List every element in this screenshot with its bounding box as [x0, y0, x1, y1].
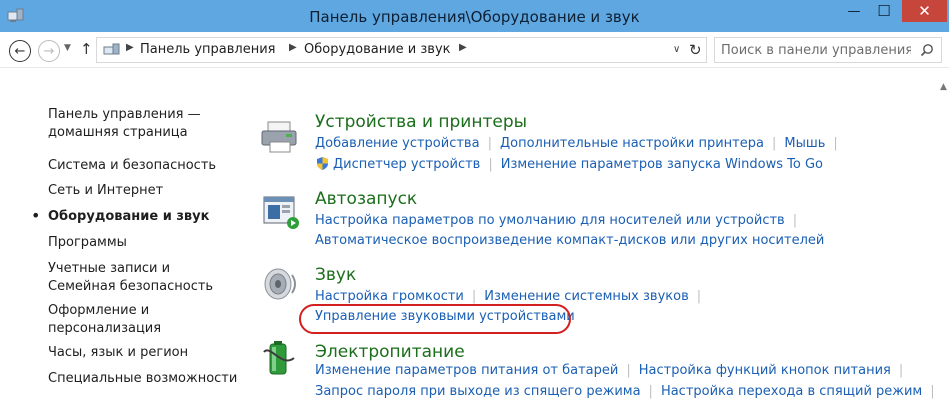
link-sleep-settings[interactable]: Настройка перехода в спящий режим: [661, 384, 922, 399]
sidebar-item-clock[interactable]: Часы, язык и регион: [48, 344, 238, 362]
link-row: Настройка параметров по умолчанию для но…: [315, 213, 805, 228]
close-button[interactable]: ✕: [902, 0, 947, 22]
back-button[interactable]: ←: [9, 40, 31, 62]
speaker-icon[interactable]: [260, 265, 300, 305]
scrollbar-up-button[interactable]: ▲: [940, 82, 947, 92]
sidebar-item-accessibility[interactable]: Специальные возможности: [48, 370, 238, 388]
chevron-down-icon: ∨: [673, 44, 681, 55]
search-icon[interactable]: [920, 43, 934, 57]
link-windows-to-go[interactable]: Изменение параметров запуска Windows To …: [501, 157, 823, 172]
forward-button[interactable]: →: [38, 40, 60, 62]
title-bar[interactable]: Панель управления\Оборудование и звук — …: [0, 0, 949, 32]
refresh-button[interactable]: ↻: [689, 41, 702, 59]
link-separator: |: [626, 363, 631, 378]
sidebar-item-appearance[interactable]: Оформление и персонализация: [48, 302, 238, 338]
sidebar: Панель управления — домашняя страница Си…: [0, 68, 250, 405]
address-history-button[interactable]: ∨: [673, 44, 680, 55]
sidebar-item-home[interactable]: Панель управления — домашняя страница: [48, 106, 238, 142]
maximize-icon: ☐: [877, 2, 891, 20]
chevron-right-icon[interactable]: ▶: [459, 42, 467, 53]
link-row: Изменение параметров питания от батарей |…: [315, 363, 911, 378]
link-separator: |: [488, 157, 493, 172]
link-device-manager[interactable]: Диспетчер устройств: [333, 157, 480, 172]
refresh-icon: ↻: [689, 41, 702, 59]
link-separator: |: [696, 289, 702, 304]
breadcrumb-control-panel[interactable]: Панель управления: [140, 42, 276, 57]
search-box[interactable]: [714, 37, 942, 63]
control-panel-small-icon: [103, 43, 120, 55]
category-title[interactable]: Автозапуск: [315, 189, 417, 209]
link-row: Настройка громкости | Изменение системных …: [315, 289, 709, 304]
category-title[interactable]: Звук: [315, 265, 356, 285]
link-separator: |: [898, 363, 904, 378]
link-adjust-volume[interactable]: Настройка громкости: [315, 289, 464, 304]
link-autoplay-defaults[interactable]: Настройка параметров по умолчанию для но…: [315, 213, 785, 228]
active-bullet-icon: •: [31, 206, 41, 225]
link-autoplay-cd[interactable]: Автоматическое воспроизведение компакт-д…: [315, 233, 824, 248]
sidebar-item-programs[interactable]: Программы: [48, 234, 238, 252]
link-row: Запрос пароля при выходе из спящего режи…: [315, 384, 943, 399]
category-title[interactable]: Устройства и принтеры: [315, 112, 527, 132]
arrow-up-icon: ↑: [80, 40, 93, 58]
minimize-button[interactable]: —: [840, 0, 868, 22]
link-separator: |: [792, 213, 798, 228]
recent-locations-button[interactable]: ▼: [64, 43, 71, 53]
link-row: Автоматическое воспроизведение компакт-д…: [315, 233, 824, 248]
printer-icon[interactable]: [260, 116, 300, 156]
battery-icon[interactable]: [260, 338, 300, 378]
chevron-right-icon[interactable]: ▶: [126, 42, 134, 53]
link-power-buttons[interactable]: Настройка функций кнопок питания: [639, 363, 891, 378]
category-title[interactable]: Электропитание: [315, 342, 465, 362]
autoplay-icon[interactable]: [260, 191, 300, 231]
highlight-annotation: [299, 304, 571, 334]
link-separator: |: [648, 384, 653, 399]
maximize-button[interactable]: ☐: [870, 0, 898, 22]
chevron-down-icon: ▼: [64, 43, 71, 53]
minimize-icon: —: [847, 3, 861, 19]
link-add-device[interactable]: Добавление устройства: [315, 136, 480, 151]
shield-icon: [317, 157, 328, 170]
arrow-left-icon: ←: [14, 43, 26, 59]
link-change-system-sounds[interactable]: Изменение системных звуков: [484, 289, 688, 304]
close-icon: ✕: [918, 2, 931, 20]
navigation-bar: ← → ▼ ↑ ▶ Панель управления ▶ Оборудован…: [0, 32, 949, 68]
sidebar-item-security[interactable]: Система и безопасность: [48, 157, 238, 175]
sidebar-item-network[interactable]: Сеть и Интернет: [48, 182, 238, 200]
link-battery-settings[interactable]: Изменение параметров питания от батарей: [315, 363, 618, 378]
up-button[interactable]: ↑: [80, 40, 93, 58]
link-separator: |: [771, 136, 777, 151]
link-row: Диспетчер устройств | Изменение параметров…: [315, 156, 823, 172]
link-separator: |: [487, 136, 492, 151]
arrow-right-icon: →: [43, 43, 55, 59]
link-printer-settings[interactable]: Дополнительные настройки принтера: [500, 136, 764, 151]
search-input[interactable]: [721, 41, 911, 59]
link-separator: |: [471, 289, 477, 304]
address-box[interactable]: ▶ Панель управления ▶ Оборудование и зву…: [96, 37, 707, 63]
link-row: Добавление устройства | Дополнительные нас…: [315, 136, 846, 151]
sidebar-item-accounts[interactable]: Учетные записи и Семейная безопасность: [48, 260, 238, 296]
link-separator: |: [833, 136, 838, 151]
link-wake-password[interactable]: Запрос пароля при выходе из спящего режи…: [315, 384, 641, 399]
link-separator: |: [930, 384, 935, 399]
link-mouse[interactable]: Мышь: [784, 136, 825, 151]
scroll-up-icon: ▲: [940, 82, 947, 92]
chevron-right-icon[interactable]: ▶: [289, 42, 297, 53]
breadcrumb-hardware-sound[interactable]: Оборудование и звук: [304, 42, 451, 57]
sidebar-item-hardware[interactable]: Оборудование и звук: [48, 208, 238, 226]
window-title: Панель управления\Оборудование и звук: [309, 8, 640, 26]
